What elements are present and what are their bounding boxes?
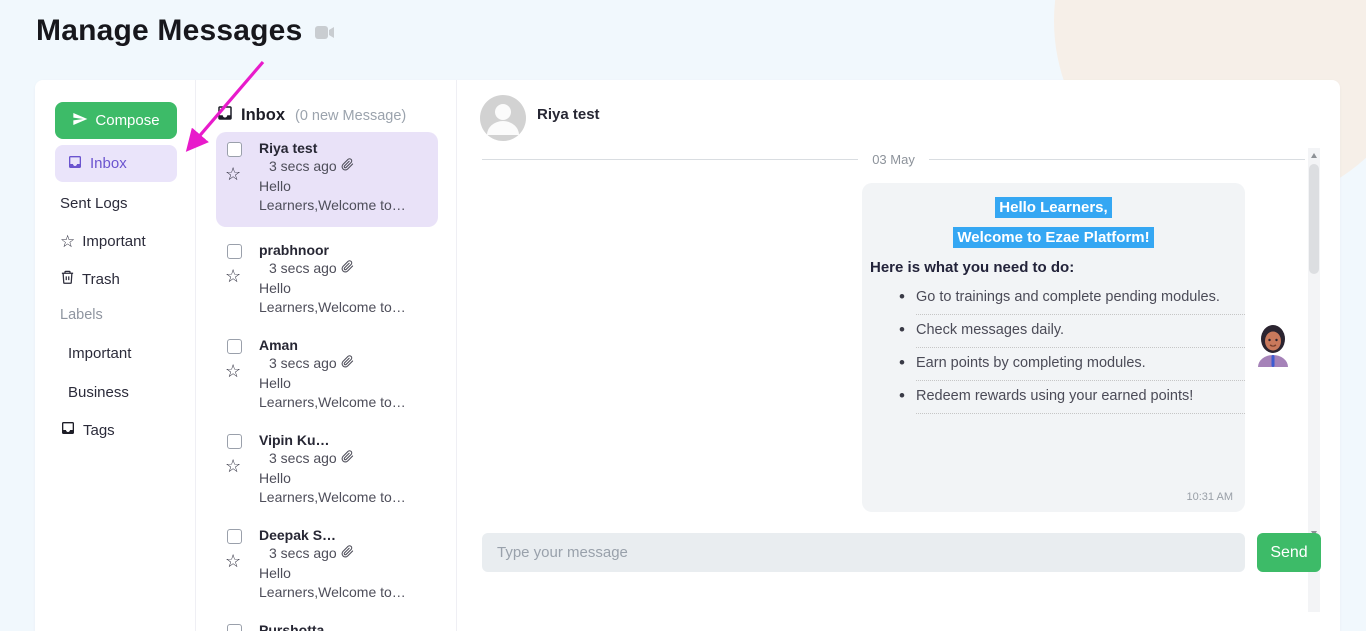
message-summary: Deepak S… 3 secs ago Hello Learners,Welco… bbox=[259, 527, 428, 602]
message-checkbox[interactable] bbox=[227, 142, 242, 157]
compose-button[interactable]: Compose bbox=[55, 102, 177, 139]
inbox-icon bbox=[67, 154, 83, 174]
sidebar-item-tags[interactable]: Tags bbox=[60, 418, 115, 442]
sidebar-item-important[interactable]: ☆ Important bbox=[60, 229, 146, 253]
new-message-count: (0 new Message) bbox=[295, 107, 407, 124]
sender-name: Aman bbox=[259, 337, 298, 353]
main-panel: Compose Inbox Sent Logs ☆ Important Tras… bbox=[35, 80, 1340, 631]
message-checkbox[interactable] bbox=[227, 529, 242, 544]
sidebar-item-label: Trash bbox=[82, 270, 120, 288]
sidebar-item-label: Tags bbox=[83, 421, 115, 439]
message-list-item[interactable]: ☆ Vipin Ku… 3 secs ago Hello Learners,Wel… bbox=[216, 424, 438, 512]
paperclip-icon bbox=[341, 259, 354, 277]
message-list-item[interactable]: ☆ Purshotta… 3 secs ago HelloLearners,We… bbox=[216, 614, 438, 631]
sidebar: Compose Inbox Sent Logs ☆ Important Tras… bbox=[35, 80, 196, 631]
star-icon[interactable]: ☆ bbox=[225, 361, 241, 382]
sidebar-item-trash[interactable]: Trash bbox=[60, 267, 120, 291]
sender-name: Riya test bbox=[259, 140, 318, 156]
message-preview: Hello Learners,Welcome to… bbox=[259, 280, 406, 315]
paperclip-icon bbox=[341, 544, 354, 562]
star-icon[interactable]: ☆ bbox=[225, 551, 241, 572]
label-item-business[interactable]: Business bbox=[68, 380, 129, 404]
bullet-item: Check messages daily. bbox=[899, 320, 1245, 348]
scrollbar-thumb[interactable] bbox=[1309, 164, 1319, 274]
contact-avatar bbox=[480, 95, 526, 146]
label-text: Business bbox=[68, 383, 129, 401]
video-camera-icon bbox=[315, 25, 335, 45]
message-time: 3 secs ago bbox=[269, 260, 337, 276]
sidebar-item-label: Sent Logs bbox=[60, 194, 128, 212]
message-summary: Vipin Ku… 3 secs ago Hello Learners,Welco… bbox=[259, 432, 428, 507]
bullet-item: Earn points by completing modules. bbox=[899, 353, 1245, 381]
message-summary: Aman 3 secs ago Hello Learners,Welcome to… bbox=[259, 337, 428, 412]
send-button[interactable]: Send bbox=[1257, 533, 1321, 572]
label-text: Important bbox=[68, 344, 132, 362]
message-time: 3 secs ago bbox=[269, 355, 337, 371]
message-time: 3 secs ago bbox=[269, 450, 337, 466]
message-input[interactable] bbox=[482, 533, 1245, 572]
message-list: ☆ Riya test 3 secs ago Hello Learners,Wel… bbox=[216, 132, 438, 631]
compose-label: Compose bbox=[95, 112, 160, 129]
sender-avatar-emoji bbox=[1254, 323, 1292, 374]
message-list-item[interactable]: ☆ Aman 3 secs ago Hello Learners,Welcome … bbox=[216, 329, 438, 417]
message-preview: Hello Learners,Welcome to… bbox=[259, 375, 406, 410]
message-list-item[interactable]: ☆ Riya test 3 secs ago Hello Learners,Wel… bbox=[216, 132, 438, 227]
bullet-item: Go to trainings and complete pending mod… bbox=[899, 287, 1245, 315]
date-divider: 03 May bbox=[482, 152, 1305, 167]
page-header: Manage Messages bbox=[36, 14, 335, 48]
message-summary: Purshotta… 3 secs ago HelloLearners,Welc… bbox=[259, 622, 428, 631]
paperclip-icon bbox=[341, 354, 354, 372]
message-preview: Hello Learners,Welcome to… bbox=[259, 565, 406, 600]
message-checkbox[interactable] bbox=[227, 434, 242, 449]
message-checkbox[interactable] bbox=[227, 244, 242, 259]
message-bubble: Hello Learners, Welcome to Ezae Platform… bbox=[862, 183, 1245, 512]
paperclip-icon bbox=[341, 157, 354, 175]
sender-name: Vipin Ku… bbox=[259, 432, 330, 448]
message-time: 3 secs ago bbox=[269, 545, 337, 561]
message-list-item[interactable]: ☆ Deepak S… 3 secs ago Hello Learners,Wel… bbox=[216, 519, 438, 607]
labels-section-header: Labels bbox=[60, 307, 103, 323]
message-list-column: Inbox (0 new Message) ☆ Riya test 3 secs… bbox=[196, 80, 457, 631]
message-timestamp: 10:31 AM bbox=[1186, 491, 1233, 503]
message-bullet-list: Go to trainings and complete pending mod… bbox=[899, 287, 1245, 414]
star-icon: ☆ bbox=[60, 231, 76, 251]
message-summary: prabhnoor 3 secs ago Hello Learners,Welco… bbox=[259, 242, 428, 317]
label-item-important[interactable]: Important bbox=[68, 341, 131, 365]
list-title: Inbox bbox=[241, 106, 285, 124]
message-preview: Hello Learners,Welcome to… bbox=[259, 178, 406, 213]
message-checkbox[interactable] bbox=[227, 339, 242, 354]
scroll-up-arrow-icon[interactable] bbox=[1311, 153, 1317, 158]
page-title: Manage Messages bbox=[36, 14, 303, 47]
message-checkbox[interactable] bbox=[227, 624, 242, 631]
sender-name: prabhnoor bbox=[259, 242, 329, 258]
date-label: 03 May bbox=[872, 152, 915, 167]
message-heading: Here is what you need to do: bbox=[870, 259, 1075, 276]
bullet-item: Redeem rewards using your earned points! bbox=[899, 386, 1245, 414]
sender-name: Deepak S… bbox=[259, 527, 337, 543]
chat-panel: Riya test 03 May Hello Learners, Welcome… bbox=[457, 80, 1340, 631]
message-list-header: Inbox (0 new Message) bbox=[216, 104, 406, 127]
message-preview: Hello Learners,Welcome to… bbox=[259, 470, 406, 505]
star-icon[interactable]: ☆ bbox=[225, 266, 241, 287]
sidebar-item-inbox[interactable]: Inbox bbox=[55, 145, 177, 182]
highlighted-line: Hello Learners, bbox=[870, 197, 1237, 218]
sidebar-item-sent-logs[interactable]: Sent Logs bbox=[60, 191, 128, 215]
trash-icon bbox=[60, 269, 75, 289]
star-icon[interactable]: ☆ bbox=[225, 456, 241, 477]
sidebar-item-label: Important bbox=[82, 232, 146, 250]
paperclip-icon bbox=[341, 449, 354, 467]
inbox-icon bbox=[216, 104, 234, 127]
message-summary: Riya test 3 secs ago Hello Learners,Welco… bbox=[259, 140, 428, 215]
highlighted-line: Welcome to Ezae Platform! bbox=[870, 227, 1237, 248]
inbox-icon bbox=[60, 420, 76, 440]
paper-plane-icon bbox=[72, 111, 88, 131]
message-list-item[interactable]: ☆ prabhnoor 3 secs ago Hello Learners,Wel… bbox=[216, 234, 438, 322]
sender-name: Purshotta… bbox=[259, 622, 339, 631]
star-icon[interactable]: ☆ bbox=[225, 164, 241, 185]
contact-name: Riya test bbox=[537, 106, 600, 123]
message-time: 3 secs ago bbox=[269, 158, 337, 174]
sidebar-item-label: Inbox bbox=[90, 155, 127, 172]
